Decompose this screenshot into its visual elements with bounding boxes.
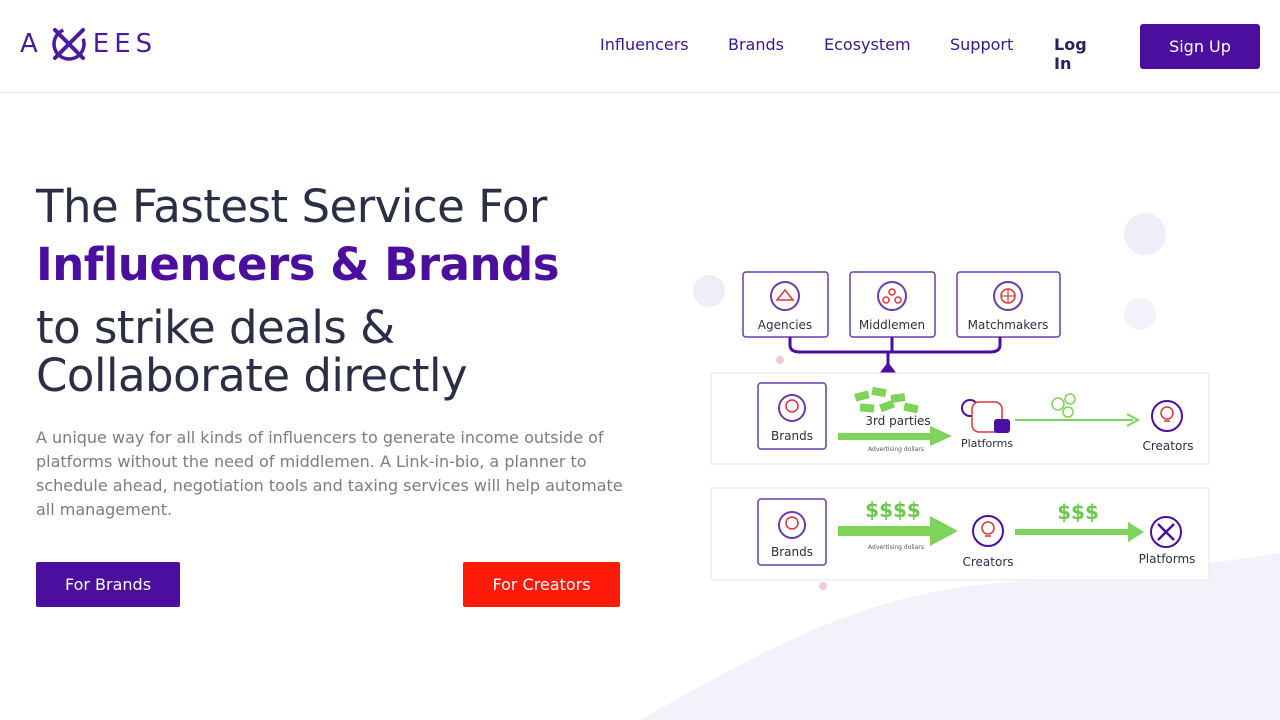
row1-caption: Advertising dollars	[868, 446, 924, 453]
for-brands-button[interactable]: For Brands	[36, 562, 180, 607]
logo-text-right: EES	[92, 29, 158, 59]
hero-title-line1: The Fastest Service For	[36, 180, 547, 233]
row2-money-1: $$$$	[865, 498, 921, 522]
row1-platforms-label: Platforms	[961, 437, 1013, 450]
hero-title-line4: Collaborate directly	[36, 349, 468, 402]
row2-from-label: Brands	[771, 545, 813, 559]
nav-link-influencers[interactable]: Influencers	[600, 35, 689, 54]
nav-link-ecosystem[interactable]: Ecosystem	[824, 35, 911, 54]
row1-brands-box: Brands	[757, 382, 827, 450]
row2-caption: Advertising dollars	[868, 544, 924, 551]
ecosystem-diagram: Agencies Middlemen Matchmakers Brands 3r…	[710, 271, 1210, 581]
login-link[interactable]: Log In	[1054, 35, 1087, 73]
hero-description: A unique way for all kinds of influencer…	[36, 428, 623, 519]
middlemen-box: Middlemen	[849, 271, 936, 338]
row1-middle-label: 3rd parties	[865, 414, 930, 428]
nav-link-brands[interactable]: Brands	[728, 35, 784, 54]
top-nav: A EES Influencers Brands Ecosystem Suppo…	[0, 0, 1280, 93]
hero-title-highlight: Influencers & Brands	[36, 238, 560, 291]
logo-x-icon	[52, 27, 86, 61]
creators-bulb-icon	[1151, 400, 1183, 432]
logo-text-left: A	[20, 29, 43, 59]
row2-creators-label: Creators	[962, 555, 1013, 569]
hero-heading: The Fastest Service For Influencers & Br…	[36, 178, 636, 400]
row1-creators-label: Creators	[1142, 439, 1193, 453]
nav-link-support[interactable]: Support	[950, 35, 1013, 54]
agencies-label: Agencies	[758, 318, 812, 332]
row2-creators-bulb-icon	[972, 515, 1004, 547]
hero-title-line3: to strike deals &	[36, 301, 395, 354]
matchmakers-box: Matchmakers	[956, 271, 1061, 338]
row1-from-label: Brands	[771, 429, 813, 443]
matchmakers-label: Matchmakers	[968, 318, 1049, 332]
row2-platforms-x-icon	[1150, 516, 1182, 548]
sign-up-button[interactable]: Sign Up	[1140, 24, 1260, 69]
row2-platforms-label: Platforms	[1139, 552, 1196, 566]
for-creators-button[interactable]: For Creators	[463, 562, 620, 607]
axees-logo[interactable]: A EES	[20, 20, 180, 68]
agencies-box: Agencies	[742, 271, 829, 338]
row2-brands-box: Brands	[757, 498, 827, 566]
middlemen-label: Middlemen	[859, 318, 925, 332]
row2-money-2: $$$	[1057, 500, 1099, 524]
